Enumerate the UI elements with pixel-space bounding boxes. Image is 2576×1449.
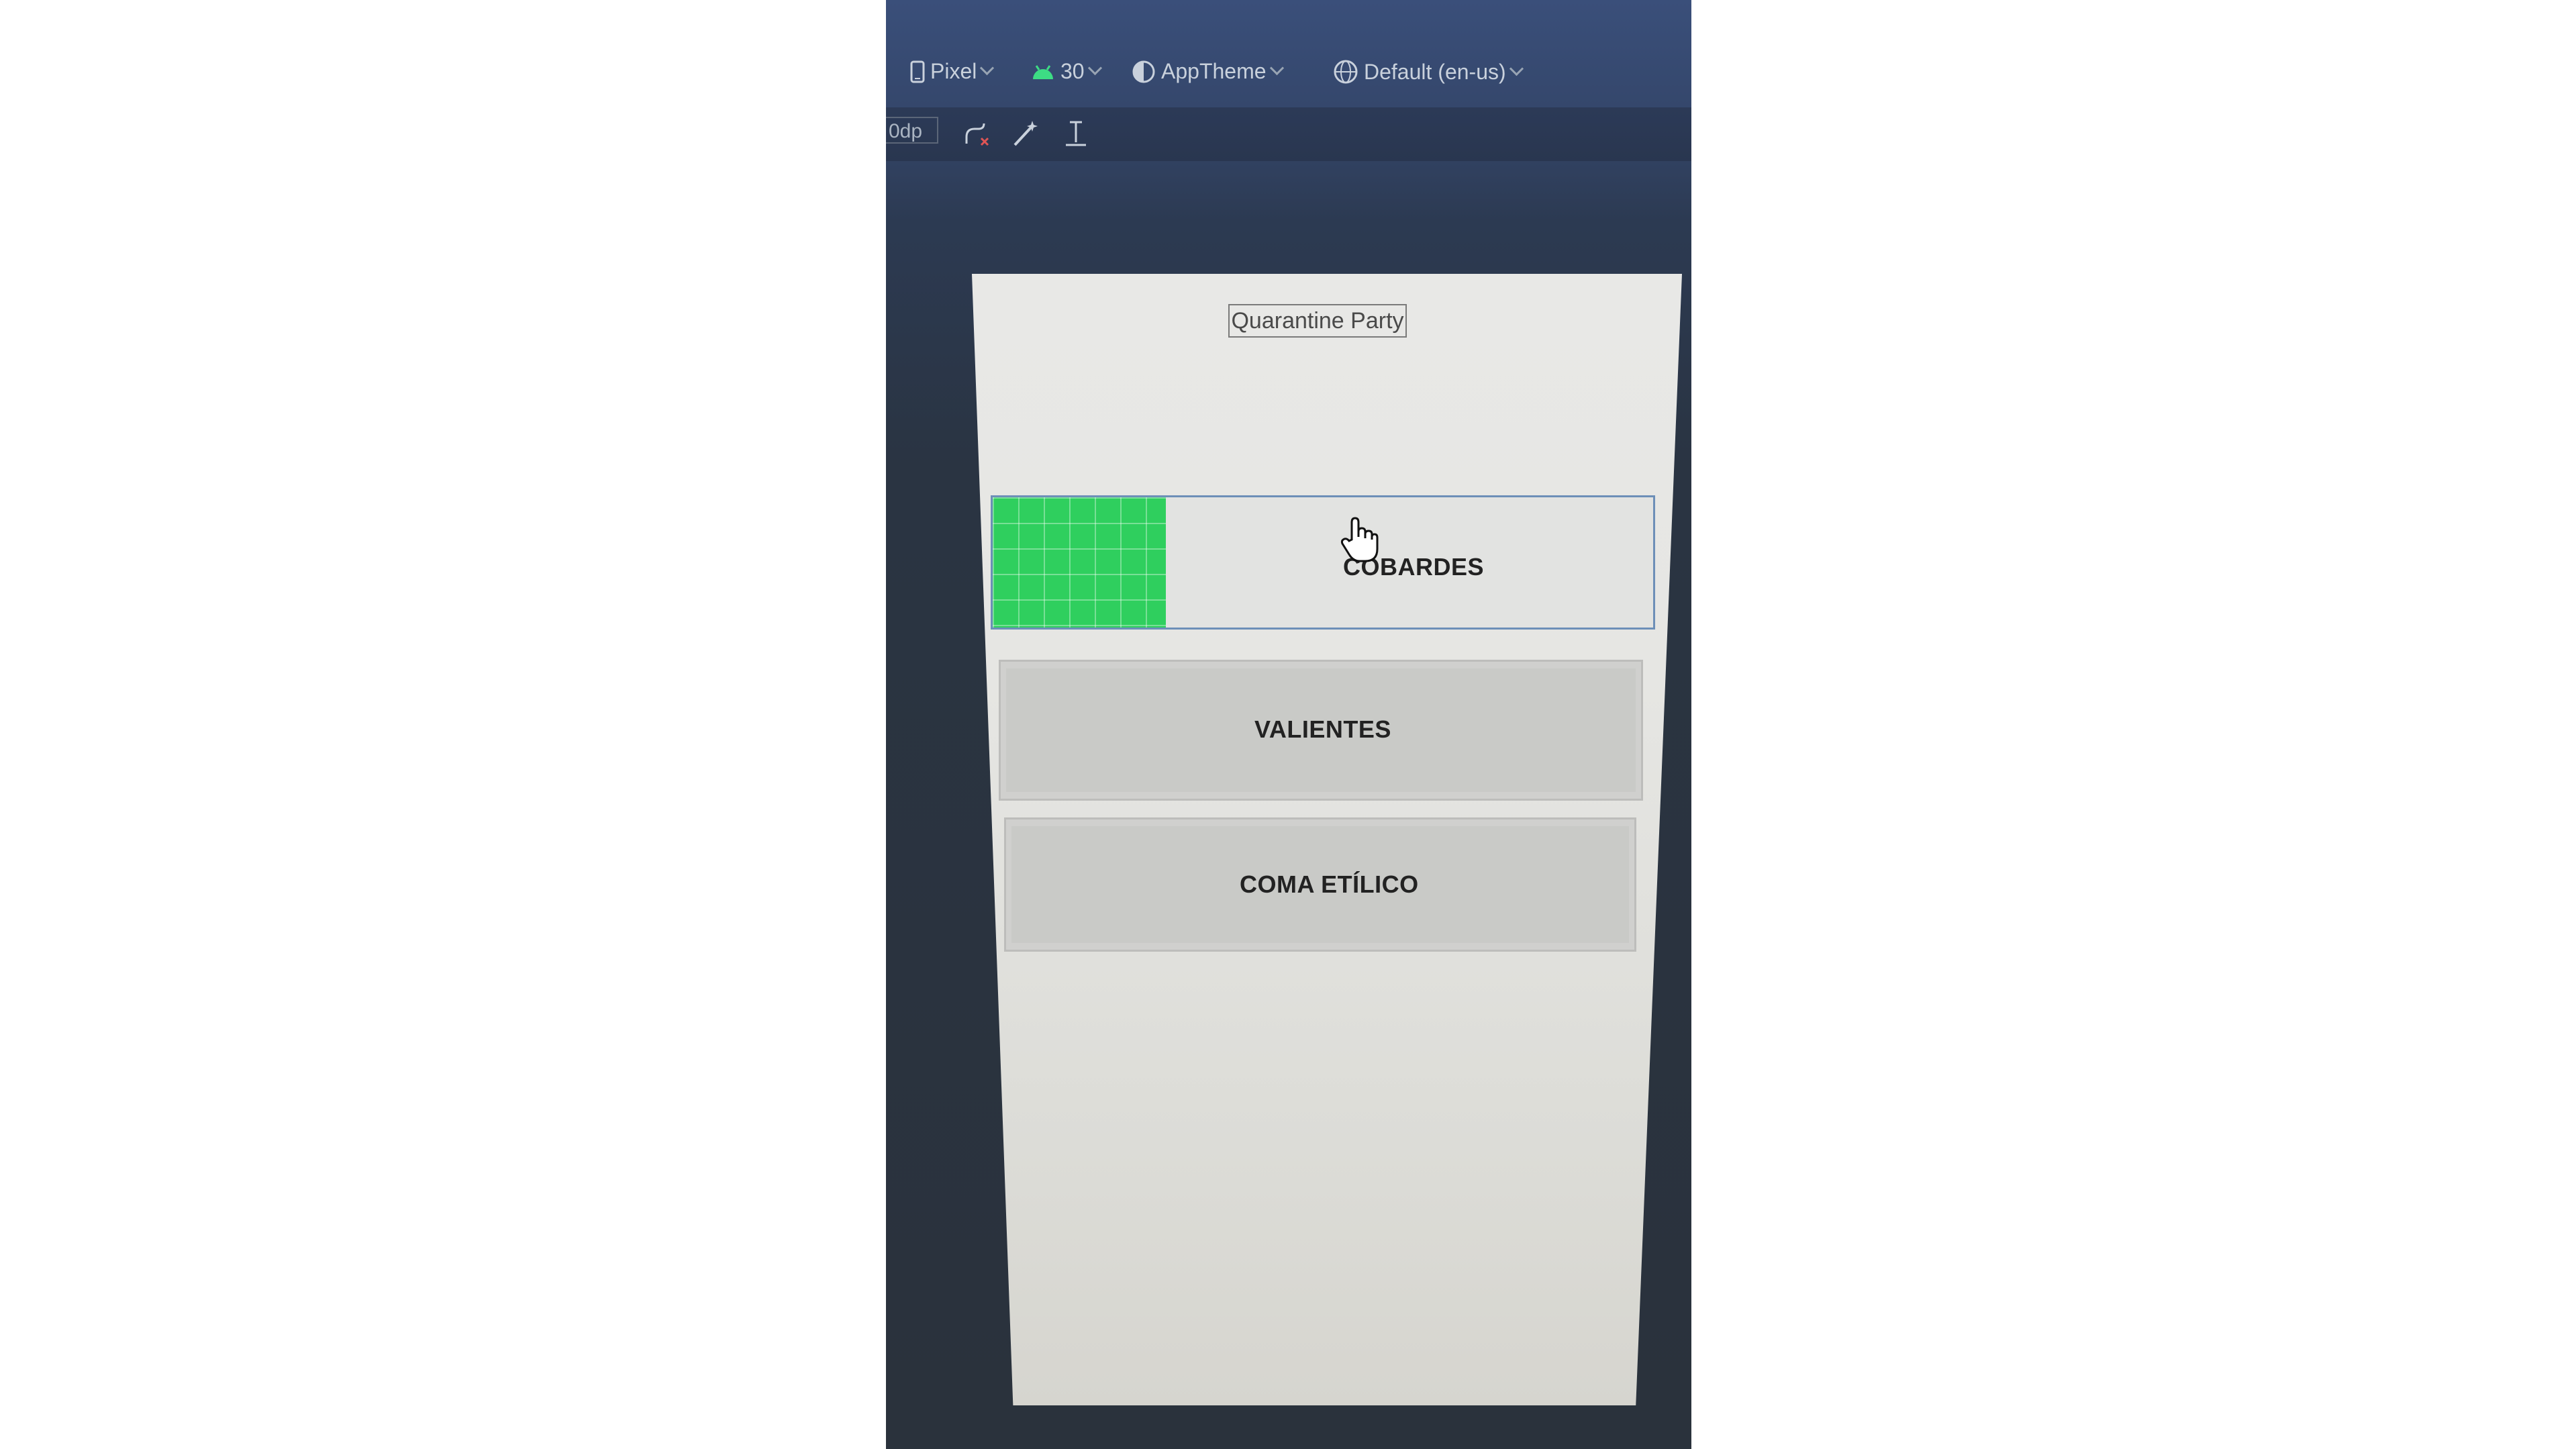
baseline-icon[interactable]	[1060, 118, 1091, 149]
android-icon	[1033, 64, 1053, 79]
design-preview-screen: Quarantine Party COBARDES VALIENTES COMA…	[972, 274, 1682, 1405]
valientes-button[interactable]: VALIENTES	[999, 660, 1643, 801]
api-level-label: 30	[1060, 59, 1085, 83]
constraint-toolbar: 0dp	[886, 107, 1691, 161]
ide-layout-editor: Pixel 30 AppTheme Default (en-us) 0dp Qu…	[886, 0, 1691, 1449]
coma-etilico-button[interactable]: COMA ETÍLICO	[1004, 817, 1636, 952]
api-level-dropdown[interactable]: 30	[1031, 59, 1102, 84]
title-text-view[interactable]: Quarantine Party	[1228, 304, 1407, 338]
device-label: Pixel	[930, 59, 977, 83]
chevron-down-icon	[1087, 60, 1102, 76]
chevron-down-icon	[980, 60, 995, 76]
locale-dropdown[interactable]: Default (en-us)	[1333, 59, 1524, 85]
magic-wand-icon[interactable]	[1009, 118, 1040, 149]
coma-etilico-label: COMA ETÍLICO	[1240, 870, 1419, 898]
locale-label: Default (en-us)	[1364, 59, 1506, 84]
device-dropdown[interactable]: Pixel	[910, 59, 995, 84]
phone-icon	[910, 60, 925, 83]
theme-label: AppTheme	[1161, 59, 1267, 83]
chevron-down-icon	[1509, 61, 1524, 76]
globe-icon	[1334, 60, 1358, 84]
hand-pointer-icon	[1340, 517, 1379, 562]
valientes-label: VALIENTES	[1254, 715, 1391, 743]
chevron-down-icon	[1269, 60, 1284, 76]
cobardes-button[interactable]: COBARDES	[991, 495, 1655, 630]
design-toolbar: Pixel 30 AppTheme Default (en-us)	[886, 40, 1691, 107]
theme-icon	[1132, 60, 1155, 83]
constraint-margin-indicator	[993, 497, 1166, 628]
default-margin-field[interactable]: 0dp	[886, 117, 938, 144]
theme-dropdown[interactable]: AppTheme	[1132, 59, 1284, 84]
clear-constraints-icon[interactable]	[961, 118, 992, 149]
